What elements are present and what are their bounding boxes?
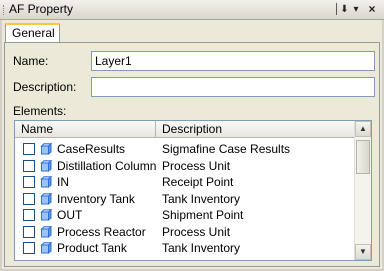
element-description: Process Unit [162,158,231,173]
list-item[interactable]: Process Reactor Process Unit [15,224,355,240]
element-checkbox[interactable] [23,159,35,172]
element-name: IN [57,175,69,189]
scroll-up-button[interactable]: ▲ [355,121,371,137]
element-name: OUT [57,208,83,222]
tab-general[interactable]: General [5,23,60,43]
element-description: Shipment Point [162,208,244,222]
description-field[interactable] [91,77,375,97]
element-name: CaseResults [57,142,126,156]
list-item[interactable]: OUT Shipment Point [15,207,355,223]
list-item[interactable]: CaseResults Sigmafine Case Results [15,141,355,157]
element-name: Product Tank [57,241,127,255]
element-name: Process Reactor [57,224,146,239]
description-label: Description: [13,80,77,94]
element-checkbox[interactable] [23,242,35,254]
element-cube-icon [40,242,52,254]
list-item[interactable]: Distillation Column Process Unit [15,158,355,174]
scroll-down-button[interactable]: ▼ [355,244,371,260]
vertical-scrollbar[interactable]: ▲ ▼ [354,121,371,260]
element-cube-icon [40,209,52,221]
close-icon[interactable]: × [366,3,378,16]
property-panel: General Name: Layer1 Description: Elemen… [2,20,382,269]
element-name: Distillation Column [57,158,157,173]
element-cube-icon [40,159,52,172]
element-checkbox[interactable] [23,209,35,221]
window-title: AF Property [9,2,74,16]
element-checkbox[interactable] [23,192,35,205]
element-checkbox[interactable] [23,225,35,238]
scroll-thumb[interactable] [356,140,370,174]
column-header-name[interactable]: Name [15,121,156,138]
element-checkbox[interactable] [23,143,35,155]
element-name: Inventory Tank [57,191,135,206]
list-item[interactable]: Inventory Tank Tank Inventory [15,191,355,207]
element-cube-icon [40,225,52,238]
element-description: Tank Inventory [162,241,241,255]
column-header-description[interactable]: Description [156,121,355,138]
elements-label: Elements: [13,104,67,118]
element-description: Receipt Point [162,175,234,189]
elements-list[interactable]: Name Description CaseResults Sigmafine Ca… [14,120,372,261]
title-bar: AF Property │⬇ ▾ × [0,0,384,20]
element-description: Process Unit [162,224,231,239]
list-item[interactable]: Product Tank Tank Inventory [15,240,355,256]
element-description: Sigmafine Case Results [162,142,291,156]
element-cube-icon [40,176,52,188]
element-cube-icon [40,143,52,155]
pin-icon[interactable]: │⬇ [334,3,349,16]
element-description: Tank Inventory [162,191,241,206]
grip-handle[interactable] [3,5,6,15]
name-field[interactable]: Layer1 [91,51,375,71]
list-header: Name Description [15,121,355,138]
list-item[interactable]: IN Receipt Point [15,174,355,190]
element-checkbox[interactable] [23,176,35,188]
name-label: Name: [13,54,49,68]
dropdown-arrow-icon[interactable]: ▾ [350,3,362,16]
element-cube-icon [40,192,52,205]
